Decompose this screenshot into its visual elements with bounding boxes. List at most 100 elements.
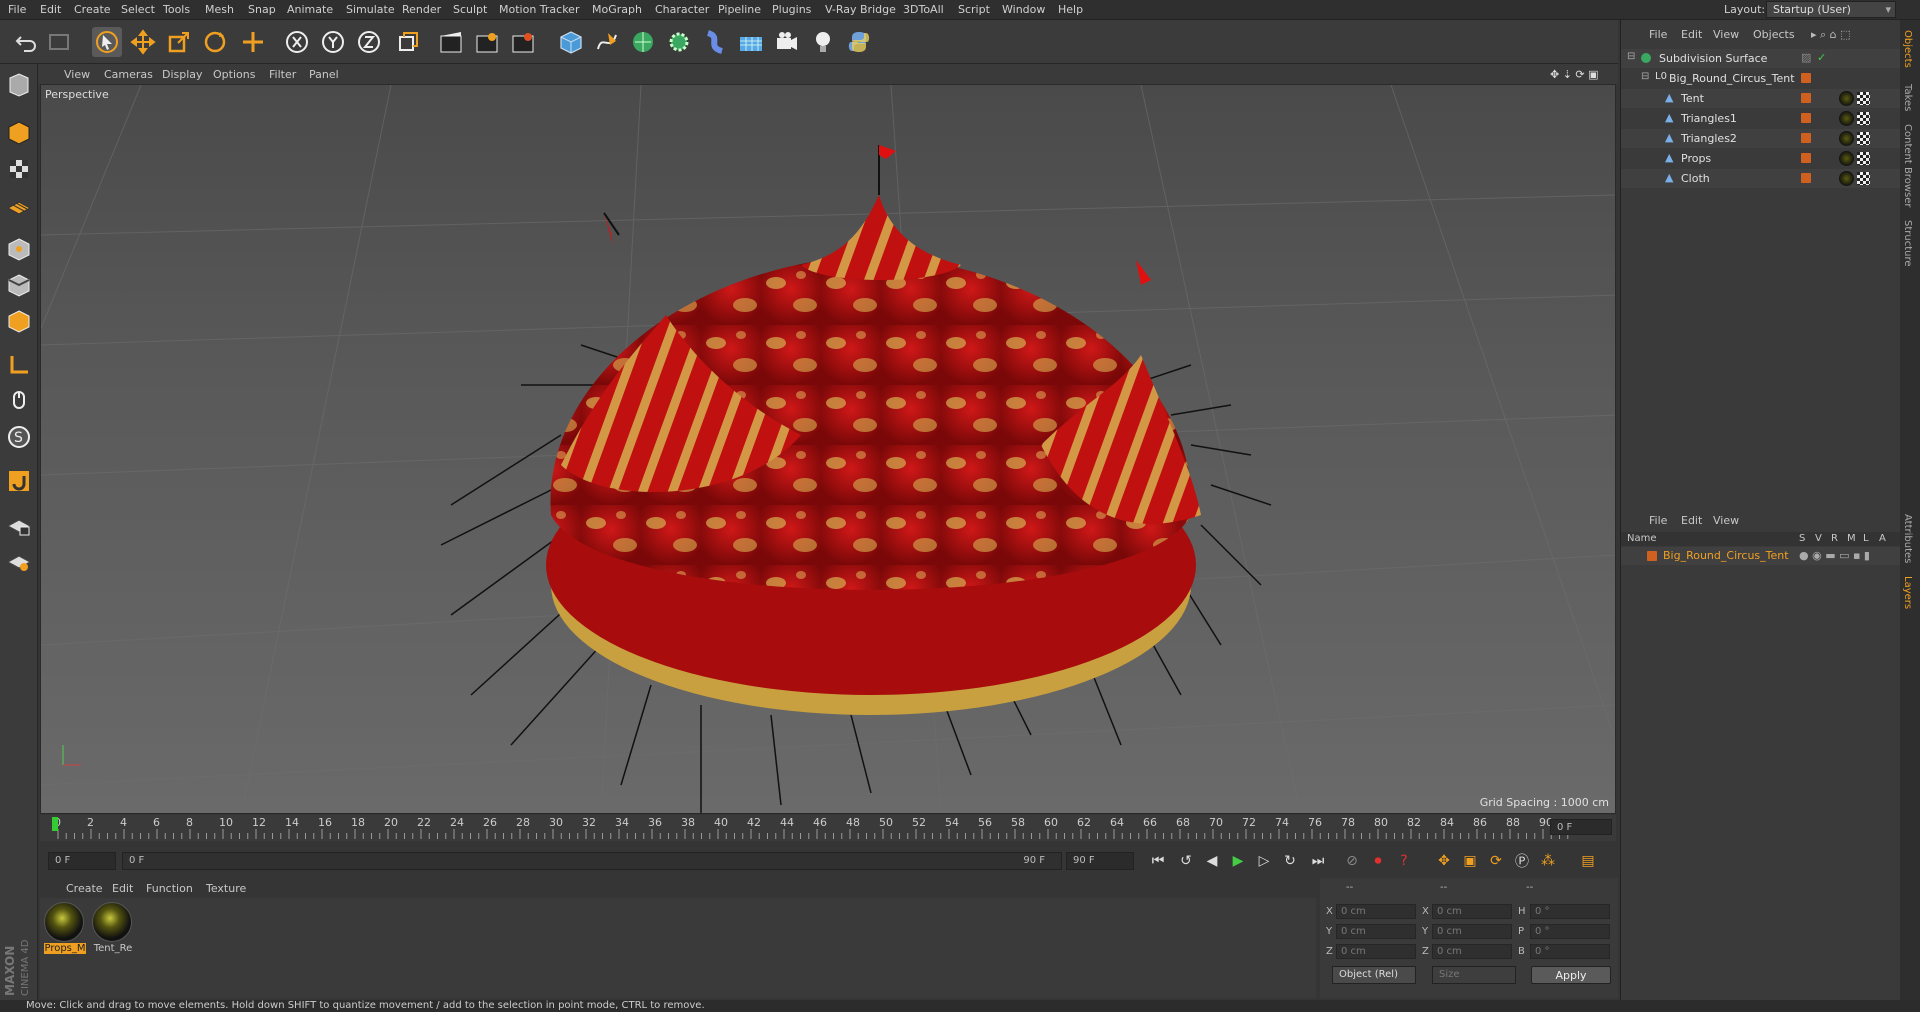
menu-motion-tracker[interactable]: Motion Tracker <box>499 3 579 16</box>
lock-workplane-icon[interactable] <box>4 510 34 540</box>
scale-key-icon[interactable]: ▣ <box>1458 850 1482 872</box>
menu-sculpt[interactable]: Sculpt <box>453 3 487 16</box>
record-keys-icon[interactable]: ⊘ <box>1340 850 1364 872</box>
axis-mode-icon[interactable] <box>4 350 34 380</box>
object-row-big-round-circus-tent[interactable]: ⊟ L0 Big_Round_Circus_Tent <box>1621 69 1901 88</box>
side-tab-takes[interactable]: Takes <box>1902 84 1913 111</box>
edges-mode-icon[interactable] <box>4 270 34 300</box>
keyframe-selection-icon[interactable]: ? <box>1392 850 1416 872</box>
tweak-mode-icon[interactable] <box>4 386 34 416</box>
uvw-tag-icon[interactable] <box>1857 112 1870 125</box>
next-frame-icon[interactable]: ▷ <box>1252 850 1276 872</box>
material-menu-edit[interactable]: Edit <box>112 882 133 895</box>
material-props[interactable]: Props_M <box>44 902 86 958</box>
y-axis-icon[interactable] <box>318 27 348 57</box>
material-menu-create[interactable]: Create <box>66 882 103 895</box>
planar-workplane-icon[interactable] <box>4 546 34 576</box>
object-row-props[interactable]: ▲ Props <box>1621 149 1901 168</box>
material-tag-icon[interactable] <box>1839 111 1854 126</box>
deformer-icon[interactable] <box>700 27 730 57</box>
rotation-p-field[interactable]: 0 ° <box>1530 924 1610 939</box>
subdivision-icon[interactable] <box>628 27 658 57</box>
menu-script[interactable]: Script <box>958 3 990 16</box>
layer-row[interactable]: Big_Round_Circus_Tent ● ◉ ▬ ▭ ▪ ▮ <box>1621 547 1901 565</box>
object-row-tent[interactable]: ▲ Tent <box>1621 89 1901 108</box>
edit-render-settings-icon[interactable] <box>508 27 538 57</box>
menu-snap[interactable]: Snap <box>248 3 276 16</box>
uvw-tag-icon[interactable] <box>1857 172 1870 185</box>
material-tent[interactable]: Tent_Re <box>92 902 134 958</box>
live-selection-icon[interactable] <box>92 27 122 57</box>
world-coords-icon[interactable] <box>392 27 422 57</box>
viewport-menu-filter[interactable]: Filter <box>269 68 296 81</box>
uvw-tag-icon[interactable] <box>1857 152 1870 165</box>
menu-mograph[interactable]: MoGraph <box>592 3 642 16</box>
apply-button[interactable]: Apply <box>1531 966 1611 984</box>
scale-icon[interactable] <box>164 27 194 57</box>
x-axis-icon[interactable] <box>282 27 312 57</box>
side-tab-attributes[interactable]: Attributes <box>1902 514 1913 563</box>
viewport-menu-cameras[interactable]: Cameras <box>104 68 153 81</box>
pla-key-icon[interactable]: ⁂ <box>1536 850 1560 872</box>
objects-menu-objects[interactable]: Objects <box>1753 28 1795 41</box>
current-frame-field[interactable]: 0 F <box>1550 819 1612 835</box>
texture-mode-icon[interactable] <box>4 154 34 184</box>
menu-plugins[interactable]: Plugins <box>772 3 811 16</box>
layer-color-swatch[interactable] <box>1801 133 1811 143</box>
menu-select[interactable]: Select <box>121 3 155 16</box>
objects-menu-edit[interactable]: Edit <box>1681 28 1702 41</box>
objects-menu-file[interactable]: File <box>1649 28 1667 41</box>
camera-icon[interactable] <box>772 27 802 57</box>
polygons-mode-icon[interactable] <box>4 306 34 336</box>
collapse-icon[interactable]: ⊟ <box>1627 51 1640 64</box>
rotate-icon[interactable] <box>200 27 230 57</box>
side-tab-structure[interactable]: Structure <box>1902 220 1913 267</box>
make-editable-icon[interactable] <box>4 70 34 100</box>
parameter-key-icon[interactable]: Ⓟ <box>1510 850 1534 872</box>
points-mode-icon[interactable] <box>4 234 34 264</box>
material-menu-function[interactable]: Function <box>146 882 193 895</box>
menu-create[interactable]: Create <box>74 3 111 16</box>
menu-window[interactable]: Window <box>1002 3 1045 16</box>
position-y-field[interactable]: 0 cm <box>1336 924 1416 939</box>
uvw-tag-icon[interactable] <box>1857 132 1870 145</box>
side-tab-layers[interactable]: Layers <box>1902 576 1913 609</box>
start-frame-field[interactable]: 0 F <box>48 852 116 870</box>
layer-color-swatch[interactable] <box>1801 93 1811 103</box>
object-row-subdivision-surface[interactable]: ⊟ Subdivision Surface ▨ ✓ <box>1621 49 1901 68</box>
menu-3dtoall[interactable]: 3DToAll <box>903 3 944 16</box>
viewport-menu-display[interactable]: Display <box>162 68 203 81</box>
model-mode-icon[interactable] <box>4 118 34 148</box>
object-manager-tools-icons[interactable]: ▸ ⌕ ⌂ ⬚ <box>1811 28 1851 42</box>
z-axis-icon[interactable] <box>354 27 384 57</box>
floor-icon[interactable] <box>736 27 766 57</box>
cloner-icon[interactable] <box>664 27 694 57</box>
snap-icon[interactable]: S <box>4 422 34 452</box>
play-icon[interactable]: ▶ <box>1226 850 1250 872</box>
light-icon[interactable] <box>808 27 838 57</box>
layer-color-swatch[interactable] <box>1801 153 1811 163</box>
render-view-icon[interactable] <box>436 27 466 57</box>
layers-menu-view[interactable]: View <box>1713 514 1739 527</box>
position-x-field[interactable]: 0 cm <box>1336 904 1416 919</box>
enabled-check-icon[interactable]: ✓ <box>1817 51 1830 64</box>
size-z-field[interactable]: 0 cm <box>1432 944 1512 959</box>
redo-icon[interactable] <box>44 27 74 57</box>
layer-toggle-icons[interactable]: ● ◉ ▬ ▭ ▪ ▮ <box>1799 549 1870 562</box>
menu-tools[interactable]: Tools <box>163 3 190 16</box>
viewport-menu-panel[interactable]: Panel <box>309 68 339 81</box>
layer-color-swatch[interactable] <box>1801 113 1811 123</box>
layers-menu-edit[interactable]: Edit <box>1681 514 1702 527</box>
next-key-icon[interactable]: ↻ <box>1278 850 1302 872</box>
material-menu-texture[interactable]: Texture <box>206 882 246 895</box>
collapse-icon[interactable]: ⊟ <box>1641 71 1654 84</box>
position-z-field[interactable]: 0 cm <box>1336 944 1416 959</box>
magnet-icon[interactable] <box>4 466 34 496</box>
objects-menu-view[interactable]: View <box>1713 28 1739 41</box>
layer-color-swatch[interactable] <box>1801 173 1811 183</box>
object-row-cloth[interactable]: ▲ Cloth <box>1621 169 1901 188</box>
menu-simulate[interactable]: Simulate <box>346 3 395 16</box>
move-icon[interactable] <box>128 27 158 57</box>
autokey-icon[interactable]: ⏺ <box>1366 850 1390 872</box>
timeline-playhead[interactable] <box>52 817 58 831</box>
